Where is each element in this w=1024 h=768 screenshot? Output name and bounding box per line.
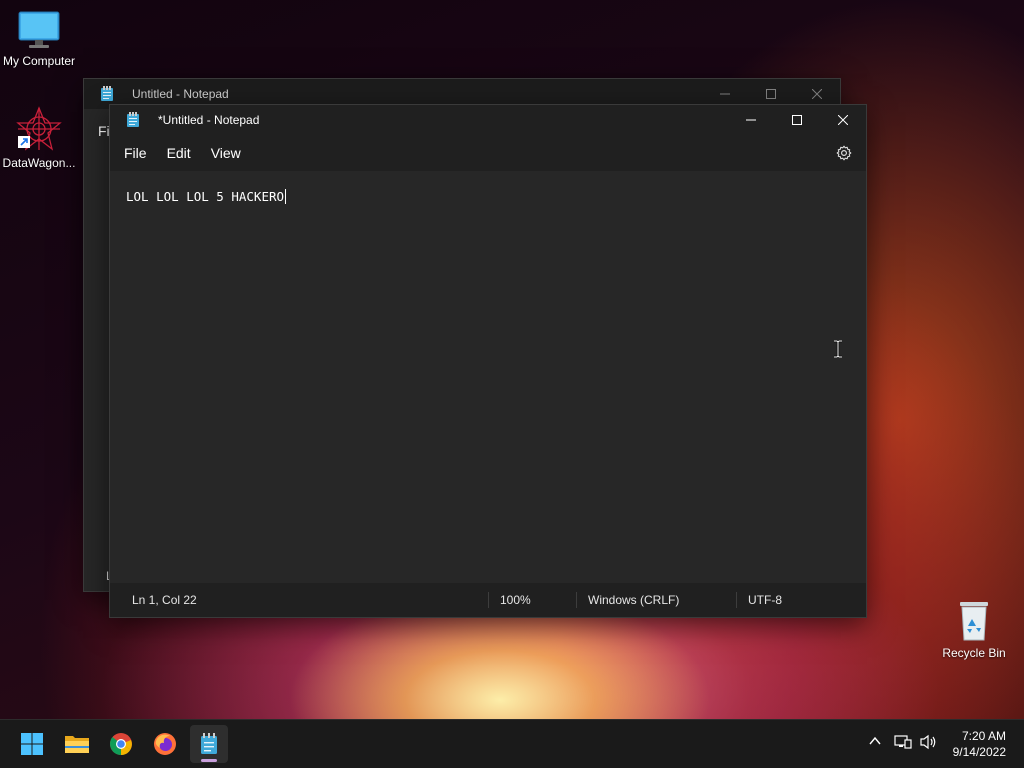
menu-file[interactable]: File	[116, 141, 155, 165]
status-line-ending: Windows (CRLF)	[588, 593, 680, 607]
taskbar: 7:20 AM 9/14/2022	[0, 719, 1024, 768]
chevron-up-icon[interactable]	[868, 734, 882, 753]
clock-time: 7:20 AM	[961, 729, 1006, 743]
menu-edit[interactable]: Edit	[159, 141, 199, 165]
firefox-button[interactable]	[146, 725, 184, 763]
status-zoom: 100%	[500, 593, 531, 607]
maximize-button[interactable]	[774, 105, 820, 135]
notepad-window[interactable]: *Untitled - Notepad File Edit View LOL L…	[109, 104, 867, 618]
monitor-icon	[17, 10, 61, 50]
editor-content: LOL LOL LOL 5 HACKERO	[126, 189, 287, 204]
start-icon	[21, 733, 43, 755]
desktop-icon-my-computer[interactable]: My Computer	[1, 10, 77, 68]
minimize-button[interactable]	[728, 105, 774, 135]
desktop-icon-label: My Computer	[2, 54, 76, 68]
menu-bar: File Edit View	[110, 135, 866, 171]
titlebar[interactable]: *Untitled - Notepad	[110, 105, 866, 135]
start-button[interactable]	[13, 725, 51, 763]
close-icon	[838, 115, 848, 125]
chrome-button[interactable]	[102, 725, 140, 763]
settings-gear-icon[interactable]	[836, 145, 852, 166]
notepad-icon	[201, 733, 217, 754]
i-beam-cursor-icon	[832, 339, 844, 363]
datawagon-icon	[16, 106, 62, 152]
file-explorer-button[interactable]	[58, 725, 96, 763]
notepad-taskbar-button[interactable]	[190, 725, 228, 763]
desktop-icon-datawagon[interactable]: DataWagon...	[1, 106, 77, 170]
active-app-indicator	[201, 759, 217, 762]
status-separator	[488, 592, 489, 608]
status-cursor-position: Ln 1, Col 22	[132, 593, 197, 607]
file-explorer-icon	[65, 736, 89, 753]
notepad-icon	[126, 112, 140, 133]
desktop-icon-recycle-bin[interactable]: Recycle Bin	[936, 598, 1012, 660]
window-title: *Untitled - Notepad	[158, 113, 260, 127]
status-separator	[736, 592, 737, 608]
recycle-bin-icon	[954, 598, 994, 642]
text-caret	[285, 189, 287, 204]
chrome-icon	[110, 733, 132, 755]
volume-icon[interactable]	[920, 734, 938, 755]
maximize-icon	[792, 115, 802, 125]
close-button[interactable]	[820, 105, 866, 135]
minimize-icon	[746, 119, 756, 121]
menu-view[interactable]: View	[203, 141, 249, 165]
clock-date: 9/14/2022	[952, 745, 1006, 759]
status-encoding: UTF-8	[748, 593, 782, 607]
text-editor[interactable]: LOL LOL LOL 5 HACKERO	[110, 171, 866, 583]
status-bar: Ln 1, Col 22 100% Windows (CRLF) UTF-8	[110, 583, 866, 617]
firefox-icon	[154, 733, 176, 755]
status-separator	[576, 592, 577, 608]
window-title: Untitled - Notepad	[132, 87, 229, 101]
network-icon[interactable]	[894, 734, 912, 755]
taskbar-clock[interactable]: 7:20 AM 9/14/2022	[953, 728, 1006, 760]
editor-text: LOL LOL LOL 5 HACKERO	[126, 189, 285, 204]
desktop-icon-label: Recycle Bin	[942, 646, 1006, 660]
desktop-icon-label: DataWagon...	[2, 156, 76, 170]
